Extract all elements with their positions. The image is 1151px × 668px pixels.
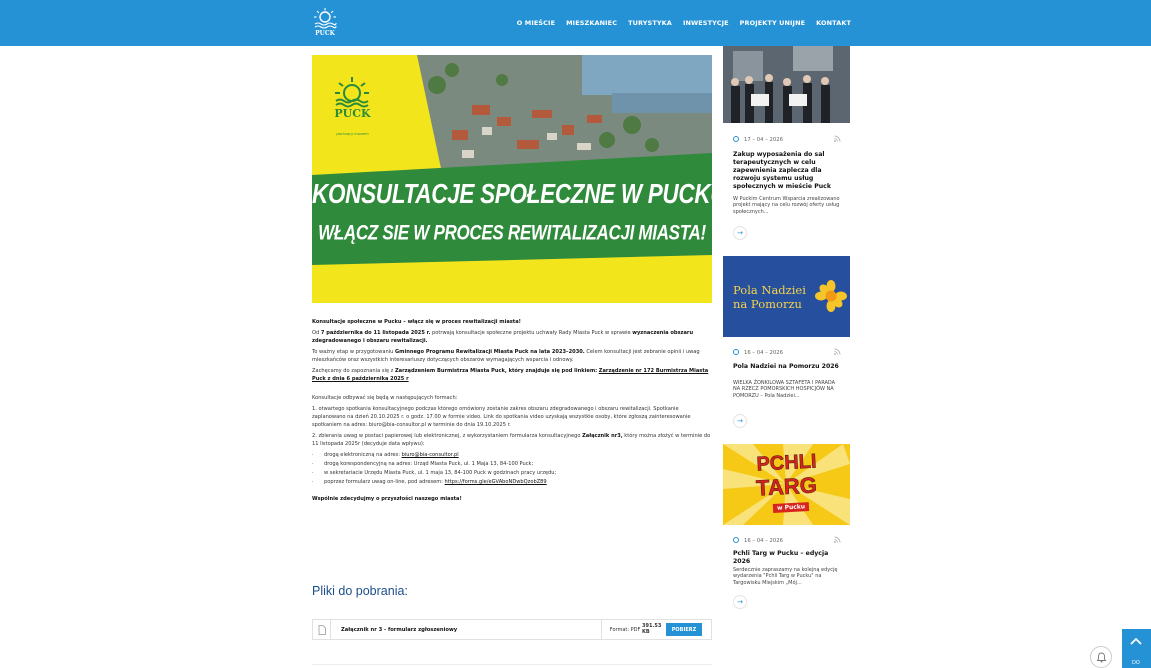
file-size: 391.53 KB [642,622,662,635]
back-to-top-button[interactable]: DO [1122,629,1151,668]
post-date: 17 – 04 – 2026 [733,136,783,143]
logo-text: PUCK [315,30,335,37]
nav-item-kontakt[interactable]: KONTAKT [816,19,851,27]
download-button[interactable]: POBIERZ [666,623,702,636]
accessibility-bell-icon[interactable] [1090,646,1112,668]
article-body: Konsultacje społeczne w Pucku – włącz si… [312,318,712,506]
article-paragraph-dates: Od 7 października do 11 listopada 2025 r… [312,330,694,344]
email-link[interactable]: biuro@bia-consultor.pl [402,452,459,458]
article-item-meeting: 1. otwartego spotkania konsultacyjnego p… [312,406,691,428]
hero-brand-subtitle: pachnący morzem [336,132,369,136]
image-caption: Pola Nadziei [733,283,806,297]
hero-subheadline: WŁĄCZ SIE W PROCES REWITALIZACJI MIASTA! [318,220,706,245]
post-image-pchli-targ[interactable]: PCHLI TARG w Pucku [723,444,850,525]
article-closing: Wspólnie zdecydujmy o przyszłości naszeg… [312,496,462,502]
article-lead: Konsultacje społeczne w Pucku – włącz si… [312,319,521,325]
form-link[interactable]: https://forms.gle/eGVAboNDwbQzobZ89 [445,479,547,485]
list-item: · drogą elektroniczną na adres: biuro@bia… [312,452,459,458]
nav-item-turystyka[interactable]: TURYSTYKA [628,19,672,27]
post-image-ceremony[interactable] [723,46,850,123]
clock-icon [733,537,739,543]
article-paragraph-program: To ważny etap w przygotowaniu Gminnego P… [312,349,700,363]
hero-banner: PUCK pachnący morzem KONSULTACJE SPOŁECZ… [312,55,712,303]
post-image-pola-nadziei[interactable]: Pola Nadziei na Pomorzu [723,256,850,337]
rss-icon[interactable] [834,536,842,544]
article-forms-intro: Konsultacje odbywać się będą w następują… [312,395,458,401]
image-caption: na Pomorzu [733,297,802,311]
clock-icon [733,136,739,142]
list-item: · w sekretariacie Urzędu Miasta Puck, ul.… [312,470,557,476]
rss-icon[interactable] [834,348,842,356]
clock-icon [733,349,739,355]
nav-item-projekty-unijne[interactable]: PROJEKTY UNIJNE [740,19,806,27]
hero-headline: KONSULTACJE SPOŁECZNE W PUCKU [312,177,712,209]
daffodil-icon [815,280,847,312]
nav-item-o-miescie[interactable]: O MIEŚCIE [517,19,555,27]
post-title[interactable]: Pola Nadziei na Pomorzu 2026 [733,363,843,371]
image-caption: w Pucku [772,502,810,513]
list-item: · drogą korespondencyjną na adres: Urząd … [312,461,534,467]
article-item-comments: 2. zbierania uwag w postaci papierowej l… [312,433,711,447]
post-date: 16 – 04 – 2026 [733,537,783,544]
nav-item-mieszkaniec[interactable]: MIESZKANIEC [566,19,617,27]
file-format: Format: PDF 391.53 KB [600,620,662,639]
puck-logo[interactable]: PUCK [312,7,338,41]
chevron-up-icon [1130,637,1142,645]
post-title[interactable]: Pchli Targ w Pucku – edycja 2026 [733,550,843,566]
post-excerpt: W Puckim Centrum Wsparcia zrealizowano p… [733,196,840,215]
hero-brand-text: PUCK [334,107,371,120]
downloads-heading: Pliki do pobrania: [312,584,408,598]
list-item: · poprzez formularz uwag on-line, pod adr… [312,479,547,485]
divider [312,664,712,665]
rss-icon[interactable] [834,135,842,143]
main-nav: O MIEŚCIE MIESZKANIEC TURYSTYKA INWESTYC… [517,19,851,27]
sun-logo-icon [314,8,337,29]
file-name: Załącznik nr 3 - formularz zgłoszeniowy [341,626,458,633]
read-more-button[interactable]: → [733,414,747,428]
read-more-button[interactable]: → [733,595,747,609]
post-excerpt: Serdecznie zapraszamy na kolejną edycję … [733,567,838,586]
post-excerpt: WIELKA ŻONKILOWA SZTAFETA I PARADA NA RZ… [733,380,836,399]
download-row: Załącznik nr 3 - formularz zgłoszeniowy … [312,619,712,640]
nav-item-inwestycje[interactable]: INWESTYCJE [683,19,729,27]
post-date: 16 – 04 – 2026 [733,349,783,356]
top-nav-bar: PUCK O MIEŚCIE MIESZKANIEC TURYSTYKA INW… [0,0,1151,46]
back-to-top-label: DO [1132,660,1140,666]
file-icon [313,620,331,639]
post-title[interactable]: Zakup wyposażenia do sal terapeutycznych… [733,151,843,191]
article-paragraph-ordinance: Zachęcamy do zapoznania się z Zarządzeni… [312,368,709,382]
read-more-button[interactable]: → [733,226,747,240]
